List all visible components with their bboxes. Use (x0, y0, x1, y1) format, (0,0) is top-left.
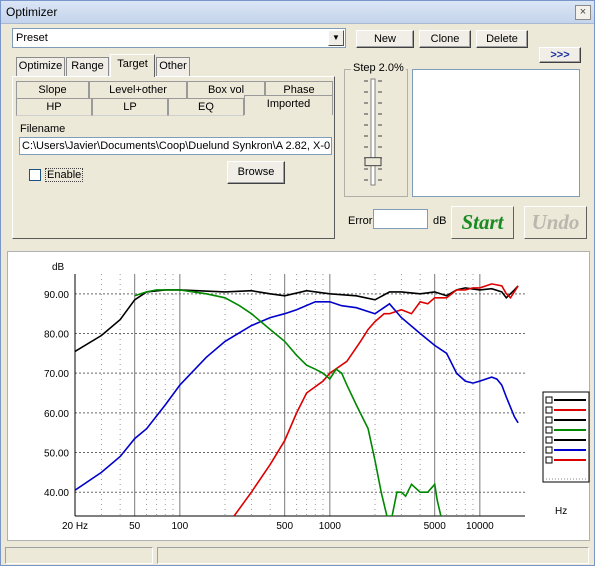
legend-checkbox[interactable] (545, 396, 553, 404)
subtab-lp[interactable]: LP (92, 98, 168, 116)
title-bar[interactable]: Optimizer × (1, 1, 594, 24)
subtab-imported[interactable]: Imported (244, 95, 333, 115)
browse-button[interactable]: Browse (227, 161, 285, 184)
step-slider-track (370, 78, 376, 186)
preset-value: Preset (16, 32, 48, 44)
subtab-eq[interactable]: EQ (168, 98, 244, 116)
close-icon: × (579, 6, 587, 18)
tab-range[interactable]: Range (66, 57, 109, 76)
legend-checkbox[interactable] (545, 416, 553, 424)
filename-label: Filename (20, 123, 66, 135)
x-tick-label: 20 Hz (62, 521, 88, 532)
legend-checkbox[interactable] (545, 426, 553, 434)
start-button[interactable]: Start (451, 206, 514, 239)
legend-checkbox[interactable] (545, 446, 553, 454)
series-line-4 (134, 289, 442, 516)
window-title: Optimizer (6, 5, 58, 19)
response-chart[interactable]: 90.00 80.00 70.00 60.00 50.00 40.00 20 Hz 50 100… (8, 252, 591, 542)
y-tick-label: 80.00 (44, 330, 69, 341)
subtab-slope[interactable]: Slope (16, 81, 89, 99)
error-label: Error (348, 215, 373, 227)
x-tick-label: 5000 (424, 521, 447, 532)
x-tick-label: 1000 (319, 521, 342, 532)
x-tick-label: 500 (276, 521, 293, 532)
status-bar (1, 545, 594, 565)
tab-target[interactable]: Target (110, 54, 155, 77)
series-line-1 (75, 285, 519, 353)
y-tick-label: 90.00 (44, 290, 69, 301)
y-tick-label: 50.00 (44, 449, 69, 460)
series-line-3 (75, 301, 519, 491)
tab-other[interactable]: Other (156, 57, 190, 76)
optimizer-list-box[interactable] (412, 69, 580, 197)
clone-button[interactable]: Clone (419, 30, 471, 48)
delete-button[interactable]: Delete (476, 30, 528, 48)
enable-label[interactable]: Enable (45, 168, 84, 182)
x-tick-label: 10000 (466, 521, 494, 532)
error-unit-label: dB (433, 215, 447, 227)
expand-button[interactable]: >>> (539, 47, 581, 63)
legend-checkbox[interactable] (545, 436, 553, 444)
tab-optimize[interactable]: Optimize (16, 57, 65, 76)
error-field[interactable] (373, 209, 428, 229)
x-tick-label: 50 (129, 521, 141, 532)
y-tick-label: 70.00 (44, 369, 69, 380)
subtab-hp[interactable]: HP (16, 98, 92, 116)
subtab-level-other[interactable]: Level+other (89, 81, 187, 99)
response-chart-area: 90.00 80.00 70.00 60.00 50.00 40.00 20 Hz 50 100… (7, 251, 590, 541)
undo-button[interactable]: Undo (524, 206, 587, 239)
legend-checkbox[interactable] (545, 456, 553, 464)
optimizer-window: Optimizer × Preset ▼ New Clone Delete >>… (0, 0, 595, 566)
y-tick-label: 40.00 (44, 488, 69, 499)
x-tick-label: 100 (172, 521, 189, 532)
filename-field[interactable]: C:\Users\Javier\Documents\Coop\Duelund S… (19, 137, 332, 155)
y-tick-label: 60.00 (44, 409, 69, 420)
close-button[interactable]: × (575, 5, 591, 20)
status-pane-2 (157, 547, 589, 564)
y-axis-label: dB (52, 262, 65, 273)
chevron-down-icon[interactable]: ▼ (328, 30, 344, 46)
preset-dropdown[interactable]: Preset ▼ (12, 28, 346, 48)
legend-checkbox[interactable] (545, 406, 553, 414)
enable-checkbox[interactable] (29, 169, 41, 181)
status-pane-1 (5, 547, 153, 564)
x-axis-label: Hz (555, 506, 567, 517)
new-button[interactable]: New (356, 30, 414, 48)
step-slider-thumb[interactable] (364, 157, 382, 167)
series-line-2 (233, 283, 519, 516)
step-slider[interactable] (344, 69, 408, 197)
legend (542, 391, 590, 483)
